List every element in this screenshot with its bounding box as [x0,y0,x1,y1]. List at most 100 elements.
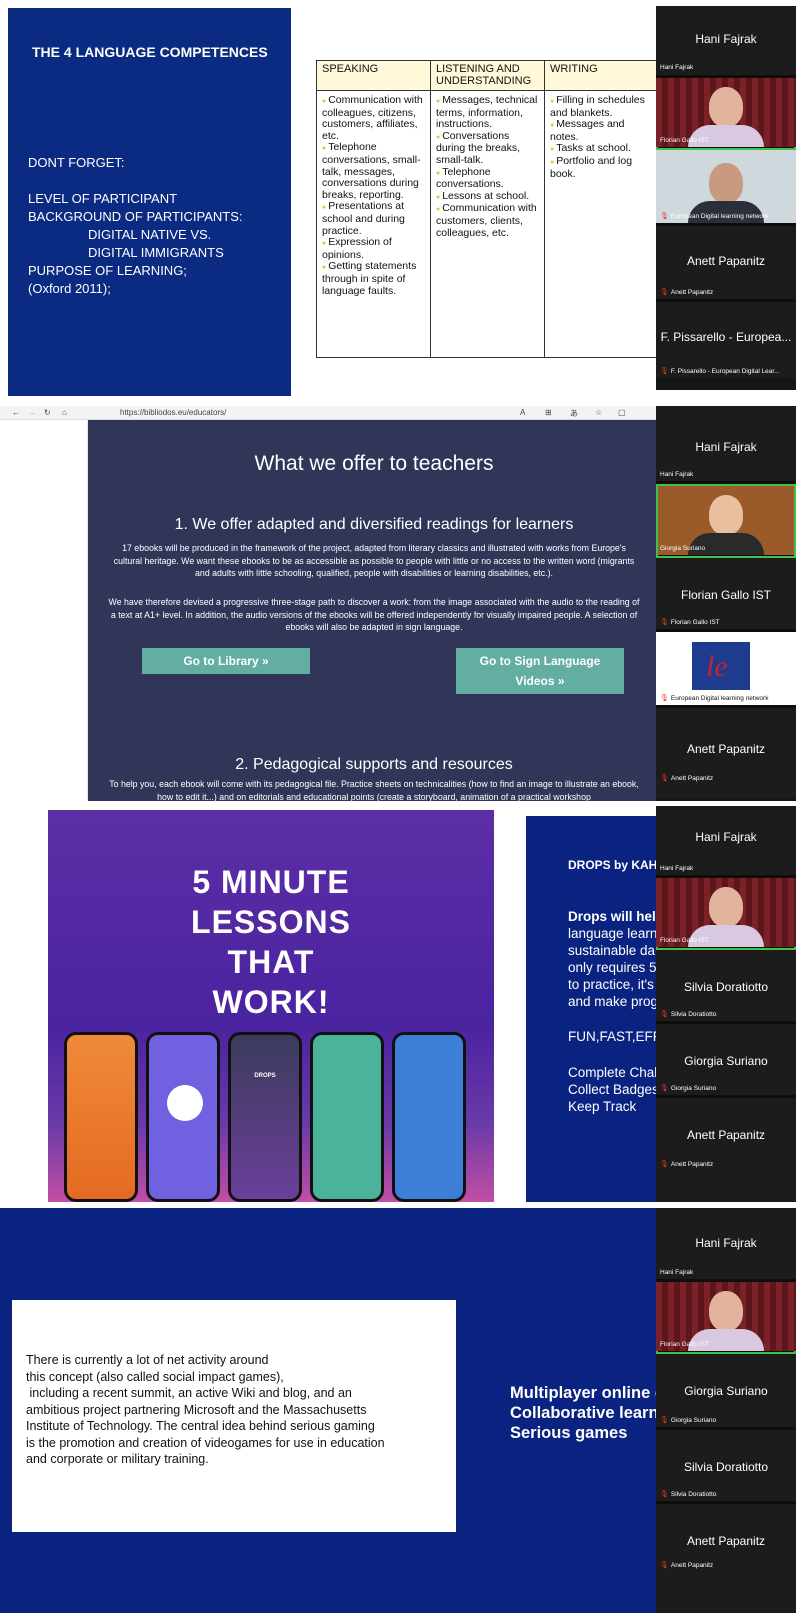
participant-tile[interactable]: Giorgia Suriano 🎙 Giorgia Suriano [656,1024,796,1098]
participant-video-tile[interactable]: Florian Gallo IST [656,878,796,950]
participant-tile[interactable]: Hani Fajrak Hani Fajrak [656,6,796,78]
table-cell-item: Messages and notes. [550,118,654,143]
slide-line: Keep Track [568,1099,637,1114]
participant-tile[interactable]: Anett Papanitz 🎙 Anett Papanitz [656,1098,796,1202]
column-speaking: SPEAKING Communication with colleagues, … [317,61,431,357]
participant-tile[interactable]: Anett Papanitz 🎙 Anett Papanitz [656,708,796,798]
participant-tile[interactable]: Hani Fajrak Hani Fajrak [656,806,796,878]
body-text: There is currently a lot of net activity… [26,1353,385,1466]
participant-label: 🎙 Silvia Doratiotto [660,1011,717,1018]
participant-name: Giorgia Suriano [684,1384,768,1398]
phone-screen [392,1032,466,1202]
slide-line: Collaborative learni [510,1404,664,1422]
table-cell-item: Telephone conversations. [436,166,539,191]
participants-sidebar: Hani Fajrak Hani Fajrak Giorgia Suriano … [656,406,796,801]
slide-line: Multiplayer online g [510,1384,665,1402]
slide-line: Complete Challe [568,1065,668,1080]
panel-language-competences: THE 4 LANGUAGE COMPETENCES DONT FORGET: … [0,0,796,396]
text-box: There is currently a lot of net activity… [12,1300,456,1532]
panel-browser-bibliodos: ← → ↻ ⌂ https://bibliodos.eu/educators/ … [0,406,796,801]
logo-letter-icon: le [706,650,728,683]
participant-name: Silvia Doratiotto [683,980,769,994]
participant-label: 🎙 Giorgia Suriano [660,1417,717,1424]
go-to-library-button[interactable]: Go to Library » [142,648,310,674]
forward-icon[interactable]: → [28,408,36,417]
participant-tile[interactable]: F. Pissarello - Europea... 🎙 F. Pissarell… [656,302,796,378]
reload-icon[interactable]: ↻ [44,408,51,417]
participant-label: 🎙 Anett Papanitz [660,1161,714,1168]
participant-label: 🎙 Anett Papanitz [660,775,714,782]
participant-video-tile[interactable]: 🎙 European Digital learning network [656,150,796,226]
slide-line: Collect Badges [568,1082,659,1097]
participant-video-tile[interactable]: le 🎙 European Digital learning network [656,632,796,708]
participant-label: Hani Fajrak [660,64,694,71]
mic-muted-icon: 🎙 [660,1085,669,1092]
participant-name: Hani Fajrak [695,830,757,844]
participant-tile[interactable]: Florian Gallo IST 🎙 Florian Gallo IST [656,558,796,632]
slide-line: sustainable dail [568,943,662,958]
participant-name: F. Pissarello - Europea... [660,330,792,344]
table-cell-item: Expression of opinions. [322,236,425,261]
reader-icon[interactable]: A [520,408,525,417]
home-icon[interactable]: ⌂ [62,408,67,417]
table-cell-item: Messages, technical terms, information, … [436,94,539,131]
participant-label: Florian Gallo IST [660,937,709,944]
page-left-margin [0,420,88,801]
participant-name: Anett Papanitz [686,1534,766,1548]
educators-page: What we offer to teachers 1. We offer ad… [88,420,660,801]
participant-label: 🎙 European Digital learning network [660,694,769,702]
avatar [167,1085,203,1121]
participant-tile[interactable]: Hani Fajrak Hani Fajrak [656,406,796,484]
split-icon[interactable]: ▢ [618,408,626,417]
table-cell-item: Getting statements through in spite of l… [322,261,425,297]
participant-video-tile[interactable]: Florian Gallo IST [656,1282,796,1354]
tab-icon[interactable]: ⊞ [545,408,552,417]
mic-muted-icon: 🎙 [660,619,669,626]
participant-tile[interactable]: Anett Papanitz 🎙 Anett Papanitz [656,226,796,302]
note-line: (Oxford 2011); [28,281,111,296]
mic-muted-icon: 🎙 [660,1417,669,1424]
participant-label: 🎙 Giorgia Suriano [660,1085,717,1092]
participant-name: Hani Fajrak [695,1236,757,1250]
participant-label: 🎙 Florian Gallo IST [660,619,720,626]
panel-drops: 5 MINUTE LESSONS THAT WORK! DROPS DROPS … [0,806,796,1202]
section-heading: 1. We offer adapted and diversified read… [174,516,574,533]
participant-label: 🎙 Anett Papanitz [660,1562,714,1569]
slide-line: FUN,FAST,EFFE [568,1029,671,1044]
favorite-icon[interactable]: ☆ [595,408,602,417]
table-cell-item: Communication with customers, clients, c… [436,203,539,239]
mic-muted-icon: 🎙 [660,368,669,375]
go-to-sign-language-button[interactable]: Go to Sign Language Videos » [456,648,624,694]
participant-label: 🎙 Silvia Doratiotto [660,1491,717,1498]
table-cell-item: Filling in schedules and blankets. [550,94,654,119]
translate-icon[interactable]: あ [570,408,578,419]
slide-line: Drops will help [568,909,665,924]
drops-headline: 5 MINUTE LESSONS THAT WORK! [191,864,351,1020]
participants-sidebar: Hani Fajrak Hani Fajrak Florian Gallo IS… [656,806,796,1202]
back-icon[interactable]: ← [12,408,20,417]
note-line: DIGITAL NATIVE VS. [88,227,212,242]
phone-screen [310,1032,384,1202]
slide-line: to practice, it's [568,977,654,992]
participant-tile[interactable]: Silvia Doratiotto 🎙 Silvia Doratiotto [656,1430,796,1504]
phone-screen [64,1032,138,1202]
note-line: DONT FORGET: [28,155,125,170]
slide-notes: DONT FORGET: LEVEL OF PARTICIPANT BACKGR… [28,154,243,298]
participant-tile[interactable]: Silvia Doratiotto 🎙 Silvia Doratiotto [656,950,796,1024]
participant-tile[interactable]: Giorgia Suriano 🎙 Giorgia Suriano [656,1354,796,1430]
address-bar[interactable]: https://bibliodos.eu/educators/ [120,408,226,417]
slide-left: THE 4 LANGUAGE COMPETENCES DONT FORGET: … [8,8,291,396]
participants-sidebar: Hani Fajrak Hani Fajrak Florian Gallo IS… [656,1208,796,1613]
note-line: PURPOSE OF LEARNING; [28,263,187,278]
participant-label: 🎙 F. Pissarello - European Digital Lear..… [660,368,780,375]
participant-tile[interactable]: Hani Fajrak Hani Fajrak [656,1208,796,1282]
participant-video-tile[interactable]: Giorgia Suriano [656,484,796,558]
participant-video-tile[interactable]: Florian Gallo IST [656,78,796,150]
table-cell-item: Presentations at school and during pract… [322,201,425,237]
page-title: What we offer to teachers [254,452,494,475]
participant-label: Giorgia Suriano [660,545,706,552]
note-line: LEVEL OF PARTICIPANT [28,191,178,206]
participant-tile[interactable]: Anett Papanitz 🎙 Anett Papanitz [656,1504,796,1613]
table-cell-item: Portfolio and log book. [550,155,654,180]
participant-name: Hani Fajrak [695,440,757,454]
